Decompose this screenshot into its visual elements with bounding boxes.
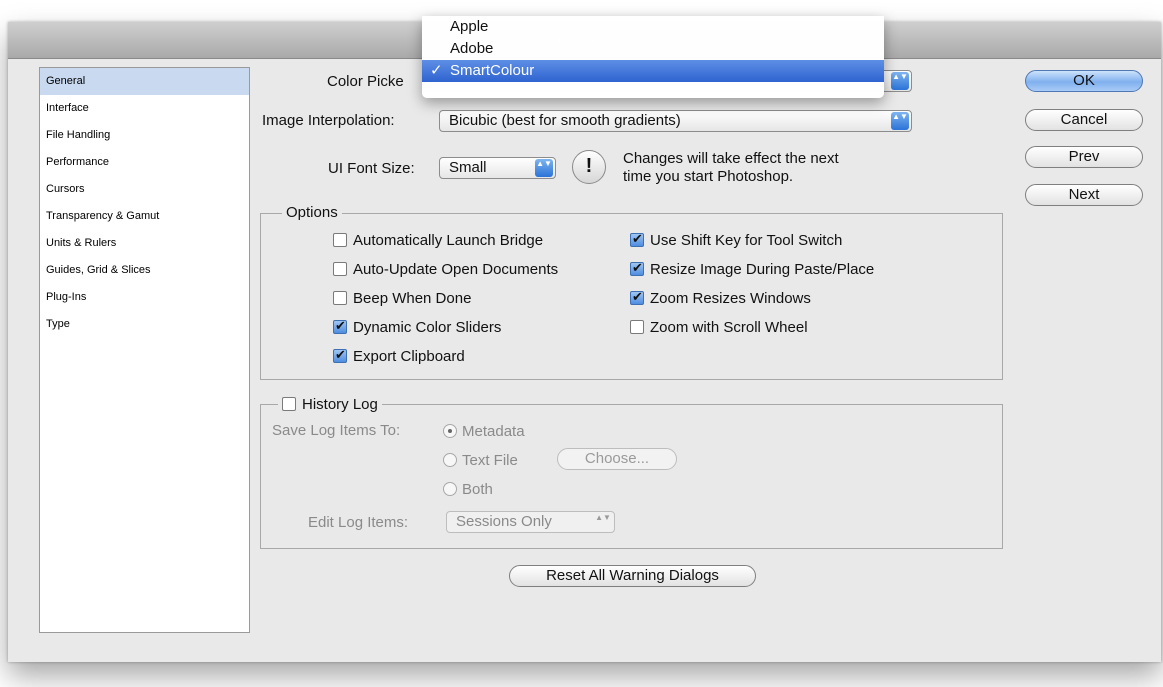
font-size-note: Changes will take effect the next time y… — [623, 150, 839, 186]
popup-arrows-icon: ▲▼ — [891, 112, 909, 130]
history-log-checkbox[interactable]: History Log — [278, 395, 382, 413]
history-log-title: History Log — [302, 395, 378, 413]
dynamic-color-sliders-checkbox[interactable]: Dynamic Color Sliders — [333, 318, 501, 336]
next-button[interactable]: Next — [1025, 184, 1143, 206]
radio-label: Both — [462, 480, 493, 498]
checkbox-label: Export Clipboard — [353, 347, 465, 365]
sidebar-item-interface[interactable]: Interface — [40, 95, 249, 122]
checkbox-label: Auto-Update Open Documents — [353, 260, 559, 278]
popup-arrows-icon: ▲▼ — [535, 159, 553, 177]
edit-log-items-popup[interactable]: Sessions Only ▲▼ — [446, 511, 615, 533]
checkbox-box — [630, 260, 644, 276]
sidebar-item-plug-ins[interactable]: Plug-Ins — [40, 284, 249, 311]
checkbox-label: Zoom Resizes Windows — [650, 289, 811, 307]
choose-button[interactable]: Choose... — [557, 448, 677, 470]
sidebar-item-general[interactable]: General — [40, 68, 249, 95]
radio-label: Metadata — [462, 422, 525, 440]
save-log-items-label: Save Log Items To: — [272, 422, 401, 439]
menu-item-adobe[interactable]: Adobe — [422, 38, 884, 60]
edit-log-items-value: Sessions Only — [456, 513, 552, 530]
radio-dot — [443, 424, 457, 438]
checkbox-label: Beep When Done — [353, 289, 472, 307]
beep-when-done-checkbox[interactable]: Beep When Done — [333, 289, 471, 307]
sidebar-item-units-rulers[interactable]: Units & Rulers — [40, 230, 249, 257]
export-clipboard-checkbox[interactable]: Export Clipboard — [333, 347, 465, 365]
checkbox-label: Zoom with Scroll Wheel — [650, 318, 808, 336]
checkbox-box — [630, 231, 644, 247]
automatically-launch-bridge-checkbox[interactable]: Automatically Launch Bridge — [333, 231, 543, 249]
ui-font-size-value: Small — [449, 159, 487, 176]
radio-dot — [443, 482, 457, 496]
checkbox-label: Dynamic Color Sliders — [353, 318, 502, 336]
both-radio[interactable]: Both — [443, 480, 493, 498]
checkbox-label: Automatically Launch Bridge — [353, 231, 544, 249]
sidebar-item-performance[interactable]: Performance — [40, 149, 249, 176]
menu-item-smartcolour[interactable]: ✓ SmartColour — [422, 60, 884, 82]
menu-item-label: Apple — [450, 18, 489, 35]
checkbox-box — [333, 347, 347, 363]
options-group-title: Options — [282, 204, 342, 221]
sidebar-item-cursors[interactable]: Cursors — [40, 176, 249, 203]
menu-item-label: SmartColour — [450, 62, 535, 79]
ok-button[interactable]: OK — [1025, 70, 1143, 92]
popup-arrows-icon: ▲▼ — [595, 513, 611, 522]
checkmark-icon: ✓ — [430, 62, 443, 79]
radio-label: Text File — [462, 451, 518, 469]
text-file-radio[interactable]: Text File — [443, 451, 518, 469]
checkbox-box — [630, 289, 644, 305]
edit-log-items-label: Edit Log Items: — [308, 514, 409, 531]
checkbox-label: Use Shift Key for Tool Switch — [650, 231, 843, 249]
image-interpolation-label: Image Interpolation: — [262, 112, 395, 129]
warning-icon: ! — [572, 150, 606, 184]
preferences-sidebar: General Interface File Handling Performa… — [39, 67, 250, 633]
checkbox-box — [630, 320, 644, 334]
radio-dot — [443, 453, 457, 467]
ui-font-size-popup[interactable]: Small ▲▼ — [439, 157, 556, 179]
color-picker-label: Color Picke — [327, 73, 404, 90]
checkbox-box — [333, 262, 347, 276]
font-size-note-line1: Changes will take effect the next — [623, 150, 839, 167]
ui-font-size-label: UI Font Size: — [328, 160, 415, 177]
metadata-radio[interactable]: Metadata — [443, 422, 525, 440]
color-picker-menu: Apple Adobe ✓ SmartColour — [422, 16, 884, 98]
reset-all-warning-dialogs-button[interactable]: Reset All Warning Dialogs — [509, 565, 756, 587]
cancel-button[interactable]: Cancel — [1025, 109, 1143, 131]
checkbox-box — [333, 291, 347, 305]
checkbox-label: Resize Image During Paste/Place — [650, 260, 875, 278]
auto-update-open-documents-checkbox[interactable]: Auto-Update Open Documents — [333, 260, 558, 278]
sidebar-item-file-handling[interactable]: File Handling — [40, 122, 249, 149]
menu-item-apple[interactable]: Apple — [422, 16, 884, 38]
sidebar-item-transparency-gamut[interactable]: Transparency & Gamut — [40, 203, 249, 230]
image-interpolation-value: Bicubic (best for smooth gradients) — [449, 112, 681, 129]
checkbox-box — [333, 318, 347, 334]
menu-item-label: Adobe — [450, 40, 494, 57]
resize-image-during-paste-checkbox[interactable]: Resize Image During Paste/Place — [630, 260, 874, 278]
zoom-resizes-windows-checkbox[interactable]: Zoom Resizes Windows — [630, 289, 811, 307]
checkbox-box — [282, 397, 296, 411]
zoom-with-scroll-wheel-checkbox[interactable]: Zoom with Scroll Wheel — [630, 318, 808, 336]
use-shift-key-checkbox[interactable]: Use Shift Key for Tool Switch — [630, 231, 842, 249]
popup-arrows-icon: ▲▼ — [891, 72, 909, 90]
sidebar-item-guides-grid-slices[interactable]: Guides, Grid & Slices — [40, 257, 249, 284]
prev-button[interactable]: Prev — [1025, 146, 1143, 168]
checkbox-box — [333, 233, 347, 247]
font-size-note-line2: time you start Photoshop. — [623, 168, 794, 185]
image-interpolation-popup[interactable]: Bicubic (best for smooth gradients) ▲▼ — [439, 110, 912, 132]
sidebar-item-type[interactable]: Type — [40, 311, 249, 338]
